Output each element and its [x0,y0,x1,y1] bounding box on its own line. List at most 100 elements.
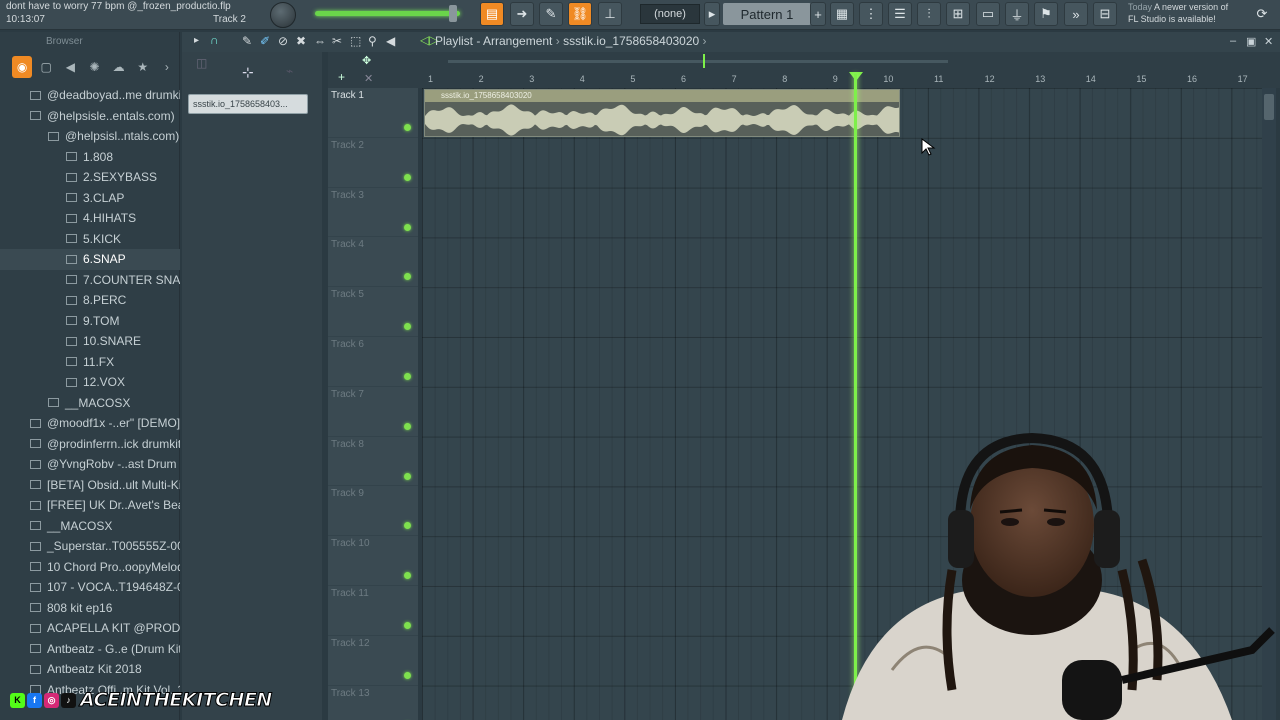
maximize-icon[interactable]: ▣ [1246,35,1256,48]
track-mute-led[interactable] [404,472,411,480]
track-header[interactable]: Track 1 [328,88,418,138]
browser-more-icon[interactable]: › [157,56,177,78]
master-volume-slider[interactable] [315,11,460,16]
browser-item[interactable]: [BETA] Obsid..ult Multi-Kit [0,475,180,496]
time-scrollbar[interactable] [448,60,948,63]
forward-icon[interactable]: » [1064,2,1088,26]
browser-item[interactable]: __MACOSX [0,393,180,414]
browser-cloud-icon[interactable]: ☁ [109,56,129,78]
browser-file-icon[interactable]: ▢ [36,56,56,78]
track-mute-led[interactable] [404,572,411,580]
plugin-icon[interactable]: ⏚ [1005,2,1029,26]
draw-tool-icon[interactable]: ✎ [242,34,252,48]
delete-tool-icon[interactable]: ⊘ [278,34,288,48]
track-header[interactable]: Track 4 [328,237,418,288]
track-header[interactable]: Track 11 [328,586,418,636]
pencil-icon[interactable]: ✎ [539,2,563,26]
browser-item[interactable]: 1.808 [0,147,180,168]
browser-item[interactable]: 5.KICK [0,229,180,250]
track-mute-led[interactable] [404,422,411,430]
shop-icon[interactable]: ⊟ [1093,2,1117,26]
browser-item[interactable]: @prodinferrn..ick drumkit [0,434,180,455]
mute-tool-icon[interactable]: ✖ [296,34,306,48]
browser-item[interactable]: _Superstar..T005555Z-001 [0,536,180,557]
news-panel[interactable]: Today A newer version of FL Studio is av… [1128,1,1228,25]
minimize-icon[interactable]: – [1230,35,1236,47]
browser-item[interactable]: 808 kit ep16 [0,598,180,619]
browser-all-icon[interactable]: ◉ [12,56,33,78]
browser-item[interactable]: 12.VOX [0,372,180,393]
playlist-icon[interactable]: ▤ [480,2,504,26]
tempo-icon[interactable]: ⚑ [1034,2,1058,26]
piano-roll-icon[interactable]: ⋮ [859,2,883,26]
track-header[interactable]: Track 3 [328,188,418,238]
track-header[interactable]: Track 6 [328,337,418,387]
audio-clip[interactable]: ssstik.io_1758658403020 [424,89,900,137]
browser-item[interactable]: 10.SNARE [0,331,180,352]
track-mute-led[interactable] [404,522,411,530]
browser-icon[interactable]: ▭ [976,2,1000,26]
slice-tool-icon[interactable]: ✂ [332,34,342,48]
update-icon[interactable]: ⟳ [1250,2,1274,26]
slip-tool-icon[interactable]: ⇔ [314,34,326,48]
mixer-icon[interactable]: ⫶ [917,2,941,26]
browser-item[interactable]: 11.FX [0,352,180,373]
playback-tool-icon[interactable]: ◀ [386,34,395,48]
browser-item[interactable]: 10 Chord Pro..oopyMelody [0,557,180,578]
network-icon[interactable]: ⊞ [946,2,970,26]
zoom-tool-icon[interactable]: ⚲ [368,34,377,48]
close-icon[interactable]: ✕ [1264,35,1273,48]
track-mute-led[interactable] [404,124,411,131]
stamp-icon[interactable]: ⊥ [598,2,622,26]
browser-plugin-icon[interactable]: ✺ [84,56,104,78]
track-header[interactable]: Track 13 [328,686,418,720]
track-header[interactable]: Track 10 [328,536,418,586]
browser-speaker-icon[interactable]: ◀ [60,56,80,78]
browser-item[interactable]: 2.SEXYBASS [0,167,180,188]
browser-item[interactable]: ACAPELLA KIT @PRODBYLJS [0,618,180,639]
pattern-selector[interactable]: Pattern 1 [723,3,811,25]
browser-item[interactable]: 107 - VOCA..T194648Z-001 [0,577,180,598]
picker-automation-icon[interactable]: ⌁ [286,64,293,78]
browser-item[interactable]: [FREE] UK Dr..Avet's Beats [0,495,180,516]
browser-item[interactable]: @helpsisle..entals.com) [0,106,180,127]
browser-item[interactable]: 3.CLAP [0,188,180,209]
track-mute-led[interactable] [404,273,411,281]
paint-tool-icon[interactable]: ✐ [260,34,270,48]
browser-item[interactable]: @YvngRobv -..ast Drum Kit [0,454,180,475]
play-pattern-icon[interactable]: ▸ [704,2,720,26]
track-mute-led[interactable] [404,373,411,380]
track-header[interactable]: Track 8 [328,437,418,487]
track-header[interactable]: Track 9 [328,486,418,537]
master-pitch-knob[interactable] [270,2,296,28]
picker-audio-icon[interactable]: ⊹ [242,64,254,81]
track-header[interactable]: Track 12 [328,636,418,686]
track-header[interactable]: Track 2 [328,138,418,188]
browser-item[interactable]: Antbeatz Kit 2018 [0,659,180,680]
link-icon[interactable]: ⛓ [568,2,592,26]
track-mute-led[interactable] [404,622,411,629]
track-mute-led[interactable] [404,671,411,679]
browser-item[interactable]: __MACOSX [0,516,180,537]
browser-item[interactable]: 7.COUNTER SNARE [0,270,180,291]
song-position-marker[interactable] [703,54,705,68]
arrow-right-icon[interactable]: ➜ [510,2,534,26]
picker-pattern-icon[interactable]: ◫ [196,56,207,70]
track-header[interactable]: Track 7 [328,387,418,437]
browser-item[interactable]: 4.HIHATS [0,208,180,229]
browser-item[interactable]: 6.SNAP [0,249,180,270]
magnet-icon[interactable]: ∩ [210,33,219,47]
browser-item[interactable]: @helpsisl..ntals.com) [0,126,180,147]
pattern-none-select[interactable]: (none) [640,4,700,24]
browser-item[interactable]: @moodf1x -..er" [DEMO] [0,413,180,434]
add-pattern-icon[interactable]: + [810,2,826,26]
track-mute-led[interactable] [404,173,411,181]
vertical-scroll-thumb[interactable] [1264,94,1274,120]
track-header[interactable]: Track 5 [328,287,418,337]
browser-star-icon[interactable]: ★ [133,56,153,78]
playlist-menu-icon[interactable]: ▸ [194,35,199,46]
track-mute-led[interactable] [404,223,411,231]
playlist-view-icon[interactable]: ▦ [830,2,854,26]
channel-rack-icon[interactable]: ☰ [888,2,912,26]
browser-item[interactable]: Antbeatz - G..e (Drum Kit) [0,639,180,660]
